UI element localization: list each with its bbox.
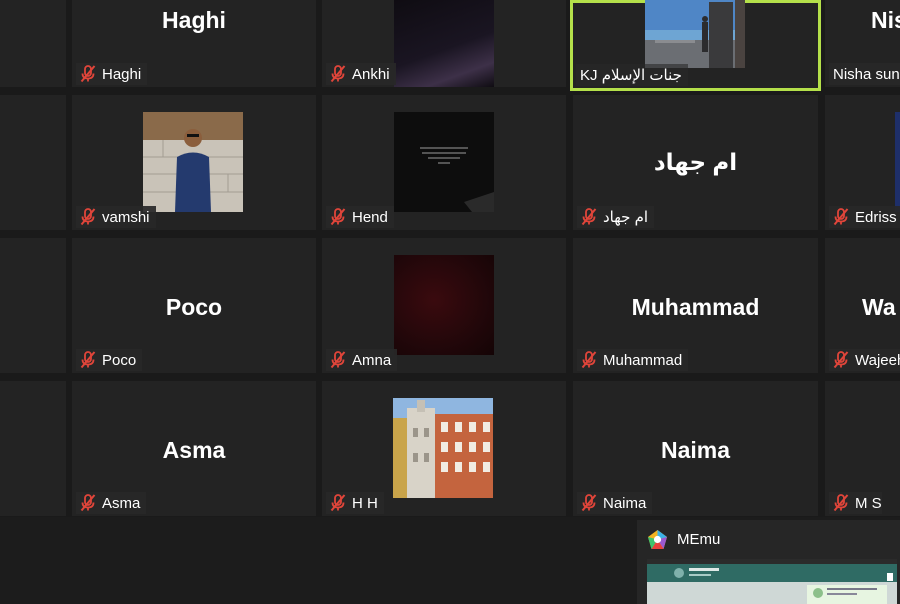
participant-name-label: Nisha sung (829, 63, 900, 85)
participant-name: Ankhi (352, 65, 390, 83)
participant-name: vamshi (102, 208, 150, 226)
participant-name: Hend (352, 208, 388, 226)
participant-tile[interactable]: Edriss S (825, 95, 900, 230)
participant-name-label: Poco (76, 349, 143, 371)
participant-video-dark (394, 0, 494, 87)
memu-logo-icon (648, 530, 667, 549)
participant-display-name: Poco (165, 294, 223, 320)
participant-photo-buildings (393, 398, 493, 498)
participant-tile[interactable]: Ankhi (322, 0, 566, 87)
participant-name: Haghi (102, 65, 142, 83)
participant-tile[interactable]: Amna (322, 238, 566, 373)
participant-tile[interactable]: M S (825, 381, 900, 516)
participant-name: Naima (603, 494, 647, 512)
partial-tile-left (0, 95, 66, 230)
participant-name-label: Asma (76, 492, 147, 514)
participant-display-name: Nis (871, 7, 900, 33)
participant-display-name: Asma (162, 437, 226, 463)
participant-name-label: ام جهاد (577, 206, 655, 228)
participant-name: H H (352, 494, 378, 512)
participant-name: M S (855, 494, 882, 512)
muted-mic-icon (80, 208, 96, 226)
muted-mic-icon (80, 494, 96, 512)
muted-mic-icon (833, 351, 849, 369)
participant-tile[interactable]: Poco Poco (72, 238, 316, 373)
participant-name: ام جهاد (603, 209, 649, 226)
muted-mic-icon (80, 65, 96, 83)
participant-video-seaside (645, 0, 745, 68)
participant-photo-quote (394, 112, 494, 212)
participant-tile[interactable]: ام جهاد ام جهاد (573, 95, 818, 230)
partial-tile-left (0, 238, 66, 373)
muted-mic-icon (330, 208, 346, 226)
participant-tile[interactable]: Naima Naima (573, 381, 818, 516)
participant-name-label: Wajeeh (829, 349, 900, 371)
participant-name-label: H H (326, 492, 384, 514)
participant-tile[interactable]: Muhammad Muhammad (573, 238, 818, 373)
muted-mic-icon (330, 65, 346, 83)
participant-photo-dark-red (394, 255, 494, 355)
participant-name: Amna (352, 351, 392, 369)
muted-mic-icon (581, 208, 597, 226)
participant-name: Nisha sung (833, 65, 900, 83)
participant-tile[interactable]: H H (322, 381, 566, 516)
memu-taskbar-preview[interactable]: MEmu (637, 520, 900, 604)
participant-name-label: Muhammad (577, 349, 689, 371)
participant-name: Edriss S (855, 208, 900, 226)
muted-mic-icon (581, 351, 597, 369)
participant-name: Poco (102, 351, 137, 369)
muted-mic-icon (330, 351, 346, 369)
participant-name-label: vamshi (76, 206, 156, 228)
participant-photo-man (143, 112, 243, 212)
participant-name-label: Edriss S (829, 206, 900, 228)
participant-name: KJ جنات الإسلام (580, 67, 682, 84)
participant-name-label: Amna (326, 349, 398, 371)
participant-name: Wajeeh (855, 351, 900, 369)
muted-mic-icon (833, 494, 849, 512)
muted-mic-icon (581, 494, 597, 512)
participant-display-name: Naima (660, 437, 731, 463)
participant-name-label: KJ جنات الإسلام (576, 64, 688, 86)
participant-name-label: Haghi (76, 63, 148, 85)
participant-name-label: Naima (577, 492, 653, 514)
participant-video-edge (895, 112, 900, 212)
participant-tile[interactable]: Haghi Haghi (72, 0, 316, 87)
partial-tile-left (0, 0, 66, 87)
participant-tile[interactable]: vamshi (72, 95, 316, 230)
participant-display-name: Haghi (162, 7, 226, 33)
participant-tile[interactable]: Hend (322, 95, 566, 230)
participant-display-name: Muhammad (631, 294, 760, 320)
participant-name-label: Ankhi (326, 63, 396, 85)
muted-mic-icon (80, 351, 96, 369)
participant-name-label: M S (829, 492, 882, 514)
participant-tile[interactable]: Nis Nisha sung (825, 0, 900, 87)
participant-tile[interactable]: Asma Asma (72, 381, 316, 516)
participant-display-name: Wa (862, 294, 896, 320)
participant-name-label: Hend (326, 206, 394, 228)
muted-mic-icon (330, 494, 346, 512)
participant-name: Muhammad (603, 351, 683, 369)
memu-window-title: MEmu (677, 531, 721, 548)
muted-mic-icon (833, 208, 849, 226)
memu-window-thumbnail[interactable] (647, 559, 897, 604)
participant-tile[interactable]: Wa Wajeeh (825, 238, 900, 373)
participant-display-name: ام جهاد (653, 149, 738, 175)
participant-name: Asma (102, 494, 141, 512)
participant-tile-active-speaker[interactable]: KJ جنات الإسلام (570, 0, 821, 91)
partial-tile-left (0, 381, 66, 516)
